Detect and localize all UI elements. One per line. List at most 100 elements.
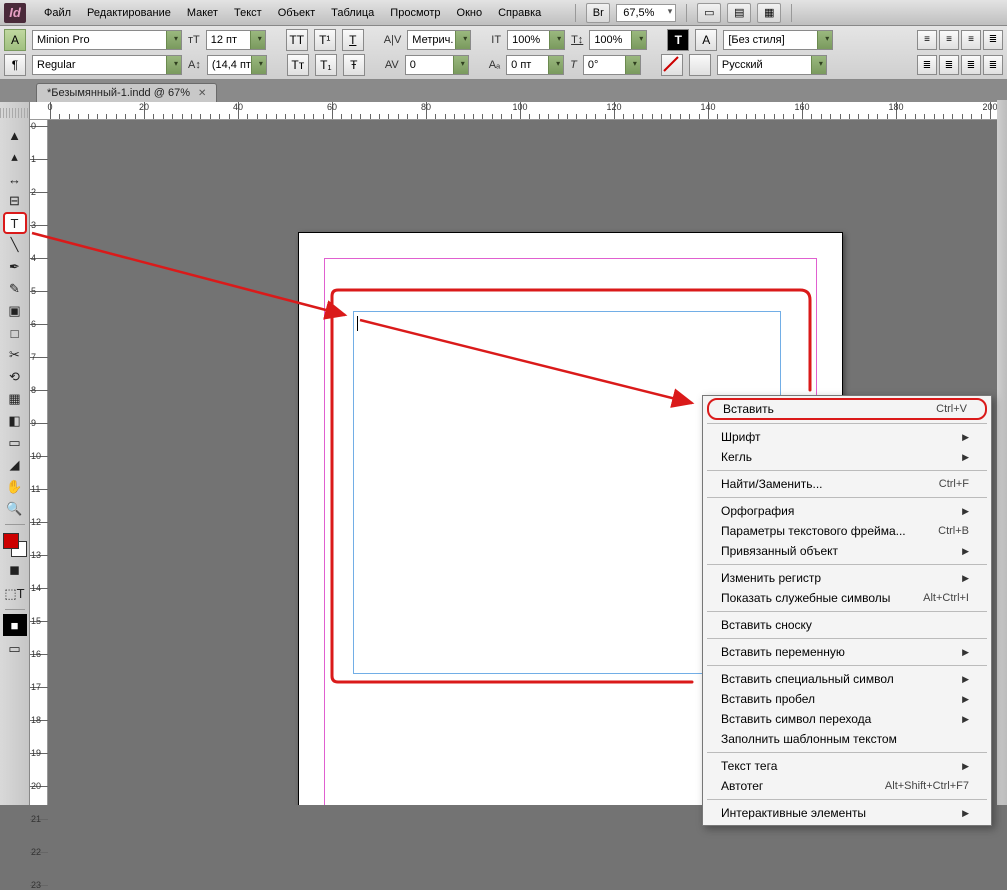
paragraph-mode-icon[interactable]: ¶ — [4, 54, 26, 76]
context-item[interactable]: Орфография▶ — [703, 501, 991, 521]
menu-редактирование[interactable]: Редактирование — [79, 4, 179, 22]
subscript-button[interactable]: T₁ — [315, 54, 337, 76]
selection-tool[interactable]: ▲ — [3, 124, 27, 146]
strikethrough-button[interactable]: Ŧ — [343, 54, 365, 76]
context-separator — [707, 752, 987, 753]
vertical-scale-field[interactable] — [507, 30, 565, 50]
menu-файл[interactable]: Файл — [36, 4, 79, 22]
vertical-ruler[interactable]: 01234567891011121314151617181920212223 — [30, 120, 48, 805]
align-left-button[interactable]: ≡ — [917, 30, 937, 50]
hscale-icon: T↕ — [571, 34, 583, 46]
palette-grip[interactable] — [0, 108, 29, 118]
workspace-button[interactable]: ▦ — [757, 3, 781, 23]
menu-просмотр[interactable]: Просмотр — [382, 4, 448, 22]
justify-all-button[interactable]: ≣ — [983, 55, 1003, 75]
leading-field[interactable] — [207, 55, 267, 75]
superscript-button[interactable]: T¹ — [314, 29, 336, 51]
close-tab-icon[interactable]: ✕ — [198, 88, 206, 99]
view-mode-preview[interactable]: ▭ — [3, 638, 27, 660]
kerning-field[interactable] — [407, 30, 471, 50]
tracking-field[interactable] — [405, 55, 469, 75]
align-right-button[interactable]: ≡ — [961, 30, 981, 50]
submenu-arrow-icon: ▶ — [962, 761, 969, 772]
context-item[interactable]: Вставить пробел▶ — [703, 689, 991, 709]
menu-окно[interactable]: Окно — [449, 4, 491, 22]
fill-swatch[interactable] — [3, 533, 19, 549]
gap-tool[interactable]: ⊟ — [3, 190, 27, 212]
context-item[interactable]: Интерактивные элементы▶ — [703, 803, 991, 823]
skew-field[interactable] — [583, 55, 641, 75]
zoom-level[interactable]: 67,5% — [616, 4, 676, 22]
gradient-tool[interactable]: ▦ — [3, 388, 27, 410]
hand-tool[interactable]: ✋ — [3, 476, 27, 498]
menu-справка[interactable]: Справка — [490, 4, 549, 22]
document-tab[interactable]: *Безымянный-1.indd @ 67% ✕ — [36, 83, 217, 102]
small-caps-button[interactable]: Tт — [287, 54, 309, 76]
skew-icon: T — [570, 59, 577, 71]
stroke-button[interactable] — [689, 54, 711, 76]
menu-объект[interactable]: Объект — [270, 4, 323, 22]
font-family-field[interactable] — [32, 30, 182, 50]
color-swatches[interactable] — [3, 533, 27, 557]
context-item[interactable]: Вставить специальный символ▶ — [703, 669, 991, 689]
context-item[interactable]: Привязанный объект▶ — [703, 541, 991, 561]
language-field[interactable] — [717, 55, 827, 75]
context-item[interactable]: Параметры текстового фрейма...Ctrl+B — [703, 521, 991, 541]
menu-макет[interactable]: Макет — [179, 4, 226, 22]
screen-mode-button[interactable]: ▭ — [697, 3, 721, 23]
eyedropper-tool[interactable]: ◢ — [3, 454, 27, 476]
frame-tool[interactable]: ▣ — [3, 300, 27, 322]
apply-color-button[interactable]: ◼ — [3, 559, 27, 581]
type-tool[interactable]: T — [3, 212, 27, 234]
rectangle-tool[interactable]: □ — [3, 322, 27, 344]
justify-left-button[interactable]: ≣ — [917, 55, 937, 75]
justify-center-button[interactable]: ≣ — [939, 55, 959, 75]
scissors-tool[interactable]: ✂ — [3, 344, 27, 366]
default-colors-button[interactable]: ⬚T — [3, 583, 27, 605]
underline-button[interactable]: T — [342, 29, 364, 51]
fill-t-button[interactable]: T — [667, 29, 689, 51]
all-caps-button[interactable]: TT — [286, 29, 308, 51]
zoom-tool[interactable]: 🔍 — [3, 498, 27, 520]
character-style-field[interactable] — [723, 30, 833, 50]
align-center-button[interactable]: ≡ — [939, 30, 959, 50]
panel-dock[interactable] — [997, 100, 1007, 805]
gradient-feather-tool[interactable]: ◧ — [3, 410, 27, 432]
context-item[interactable]: Вставить переменную▶ — [703, 642, 991, 662]
context-item[interactable]: Показать служебные символыAlt+Ctrl+I — [703, 588, 991, 608]
context-item[interactable]: Шрифт▶ — [703, 427, 991, 447]
horizontal-ruler[interactable]: 020406080100120140160180200 — [30, 102, 1007, 120]
context-item[interactable]: Вставить символ перехода▶ — [703, 709, 991, 729]
font-size-field[interactable] — [206, 30, 266, 50]
menu-таблица[interactable]: Таблица — [323, 4, 382, 22]
note-tool[interactable]: ▭ — [3, 432, 27, 454]
pencil-tool[interactable]: ✎ — [3, 278, 27, 300]
context-item[interactable]: Кегль▶ — [703, 447, 991, 467]
context-item[interactable]: Изменить регистр▶ — [703, 568, 991, 588]
context-item[interactable]: ВставитьCtrl+V — [707, 398, 987, 420]
no-fill-button[interactable] — [661, 54, 683, 76]
context-item[interactable]: Текст тега▶ — [703, 756, 991, 776]
pen-tool[interactable]: ✒ — [3, 256, 27, 278]
line-tool[interactable]: ╲ — [3, 234, 27, 256]
bridge-button[interactable]: Br — [586, 3, 610, 23]
page-tool[interactable]: ↔ — [3, 168, 27, 190]
context-item[interactable]: Найти/Заменить...Ctrl+F — [703, 474, 991, 494]
context-item[interactable]: Вставить сноску — [703, 615, 991, 635]
menu-текст[interactable]: Текст — [226, 4, 270, 22]
fill-a-button[interactable]: A — [695, 29, 717, 51]
arrange-button[interactable]: ▤ — [727, 3, 751, 23]
justify-right-button[interactable]: ≣ — [961, 55, 981, 75]
justify-button[interactable]: ≣ — [983, 30, 1003, 50]
horizontal-scale-field[interactable] — [589, 30, 647, 50]
transform-tool[interactable]: ⟲ — [3, 366, 27, 388]
font-style-field[interactable] — [32, 55, 182, 75]
context-item[interactable]: АвтотегAlt+Shift+Ctrl+F7 — [703, 776, 991, 796]
submenu-arrow-icon: ▶ — [962, 452, 969, 463]
baseline-shift-field[interactable] — [506, 55, 564, 75]
submenu-arrow-icon: ▶ — [962, 714, 969, 725]
character-mode-icon[interactable]: A — [4, 29, 26, 51]
context-item[interactable]: Заполнить шаблонным текстом — [703, 729, 991, 749]
view-mode-normal[interactable]: ■ — [3, 614, 27, 636]
direct-selection-tool[interactable]: ▴ — [3, 146, 27, 168]
